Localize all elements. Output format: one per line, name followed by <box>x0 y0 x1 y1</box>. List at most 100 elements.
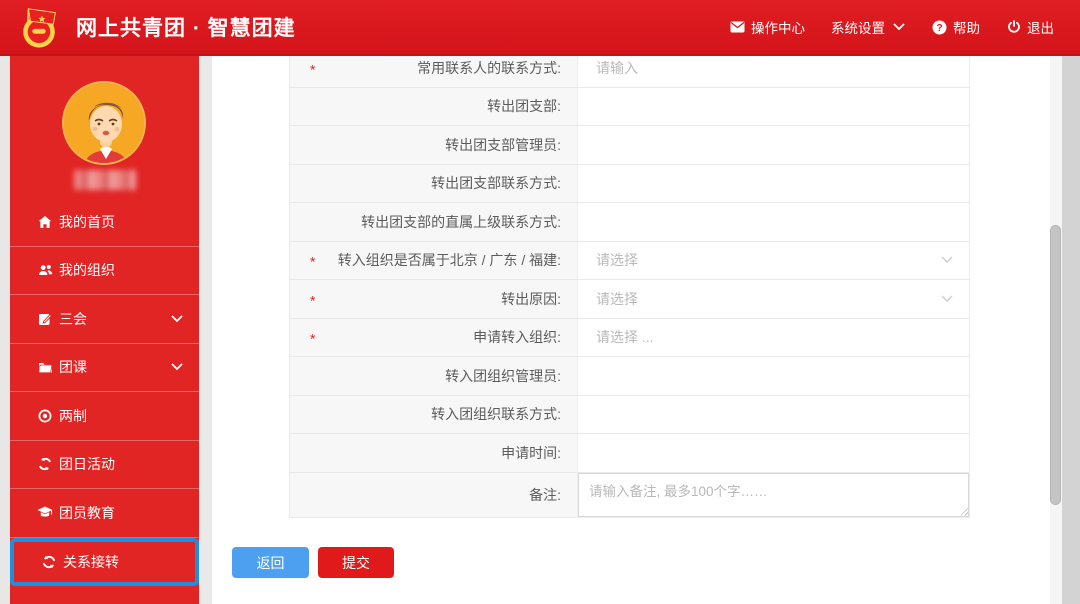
left-gutter <box>0 56 10 604</box>
region-select[interactable]: 请选择 <box>578 242 969 280</box>
sidebar-item-activities[interactable]: 团日活动 <box>10 441 199 489</box>
question-circle-icon: ? <box>932 20 947 35</box>
sidebar-item-label: 团员教育 <box>59 504 115 521</box>
required-marker: * <box>310 61 316 78</box>
sidebar-item-organization[interactable]: 我的组织 <box>10 247 199 295</box>
app-window: 网上共青团 · 智慧团建 操作中心 系统设置 ? 帮助 退出 我的首页 我的组织… <box>0 0 1080 604</box>
sidebar-item-sanhui[interactable]: 三会 <box>10 295 199 344</box>
sidebar-item-label: 三会 <box>59 310 87 327</box>
chevron-down-icon <box>941 256 953 264</box>
required-marker: * <box>310 330 316 347</box>
out-branch-admin-value <box>578 126 969 164</box>
field-value-cell <box>578 56 969 87</box>
picker-placeholder: 请选择 ... <box>596 329 654 346</box>
field-label-cell: * 常用联系人的联系方式: <box>290 56 578 87</box>
sidebar-item-label: 两制 <box>59 407 87 424</box>
form-row: 转出团支部管理员: <box>290 126 969 165</box>
recycle-icon <box>37 456 53 472</box>
form-row: 转出团支部联系方式: <box>290 164 969 203</box>
sidebar-item-liangzhi[interactable]: 两制 <box>10 392 199 441</box>
home-icon <box>37 214 53 230</box>
field-label: 转出原因: <box>501 290 561 307</box>
out-branch-value <box>578 88 969 126</box>
avatar[interactable] <box>62 81 146 165</box>
chevron-down-icon <box>891 20 906 35</box>
field-label: 申请转入组织: <box>473 329 561 346</box>
form-row: * 常用联系人的联系方式: <box>290 56 969 88</box>
field-label: 转出团支部管理员: <box>445 136 561 153</box>
field-label: 转出团支部联系方式: <box>431 175 561 192</box>
sidebar-menu: 我的首页 我的组织 三会 团课 两制 团日活动 团员教育 关系接转 <box>10 198 199 603</box>
form-row: 备注: <box>290 472 969 517</box>
graduation-cap-icon <box>37 505 53 521</box>
right-edge-strip <box>1062 56 1080 604</box>
out-branch-contact-value <box>578 165 969 203</box>
form-row: 转出团支部: <box>290 87 969 126</box>
field-label: 备注: <box>529 486 561 503</box>
select-placeholder: 请选择 <box>596 290 638 307</box>
sidebar-item-label: 我的首页 <box>59 213 115 230</box>
out-branch-superior-contact-value <box>578 203 969 241</box>
sidebar-item-relation-transfer[interactable]: 关系接转 <box>10 537 199 586</box>
field-label: 常用联系人的联系方式: <box>417 59 561 76</box>
remark-cell <box>578 472 969 517</box>
logout-link[interactable]: 退出 <box>1006 17 1054 37</box>
form-row: 申请时间: <box>290 434 969 473</box>
sidebar-item-label: 关系接转 <box>63 553 119 570</box>
field-label: 申请时间: <box>501 444 561 461</box>
form-row: 转入团组织管理员: <box>290 357 969 396</box>
operation-center-link[interactable]: 操作中心 <box>730 17 805 37</box>
sidebar-item-partial <box>10 586 199 603</box>
required-marker: * <box>310 253 316 270</box>
edit-icon <box>37 311 53 327</box>
main-content: * 常用联系人的联系方式: 转出团支部: 转出团支部管理员: 转出团支部联系方式… <box>212 56 1050 604</box>
svg-text:?: ? <box>936 23 942 34</box>
transfer-form: * 常用联系人的联系方式: 转出团支部: 转出团支部管理员: 转出团支部联系方式… <box>289 56 970 518</box>
sidebar-item-tuanke[interactable]: 团课 <box>10 344 199 392</box>
app-header: 网上共青团 · 智慧团建 操作中心 系统设置 ? 帮助 退出 <box>0 0 1080 56</box>
field-label: 转入组织是否属于北京 / 广东 / 福建: <box>337 252 561 269</box>
scrollbar-thumb[interactable] <box>1050 225 1061 505</box>
in-org-contact-value <box>578 396 969 434</box>
sidebar-item-label: 团日活动 <box>59 456 115 473</box>
form-row: * 申请转入组织: 请选择 ... <box>290 318 969 357</box>
sync-icon <box>41 554 57 570</box>
select-placeholder: 请选择 <box>596 252 638 269</box>
transfer-reason-select[interactable]: 请选择 <box>578 280 969 318</box>
system-settings-label: 系统设置 <box>831 21 885 36</box>
folder-icon <box>37 359 53 375</box>
sidebar: 我的首页 我的组织 三会 团课 两制 团日活动 团员教育 关系接转 <box>10 56 199 604</box>
required-marker: * <box>310 292 316 309</box>
help-link[interactable]: ? 帮助 <box>932 17 980 37</box>
league-emblem-logo <box>23 8 56 48</box>
form-row: 转出团支部的直属上级联系方式: <box>290 203 969 242</box>
sidebar-item-label: 团课 <box>59 359 87 376</box>
field-label: 转出团支部: <box>487 98 561 115</box>
chevron-down-icon <box>941 295 953 303</box>
chevron-down-icon <box>171 363 183 371</box>
field-label: 转入团组织管理员: <box>445 367 561 384</box>
operation-center-label: 操作中心 <box>751 21 805 36</box>
power-icon <box>1006 20 1021 35</box>
users-icon <box>37 262 53 278</box>
target-icon <box>37 408 53 424</box>
form-row: * 转出原因: 请选择 <box>290 280 969 319</box>
sidebar-item-education[interactable]: 团员教育 <box>10 489 199 538</box>
contact-method-input[interactable] <box>596 59 940 76</box>
in-org-admin-value <box>578 357 969 395</box>
envelope-icon <box>730 20 745 35</box>
chevron-down-icon <box>171 315 183 323</box>
target-organization-picker[interactable]: 请选择 ... <box>578 319 969 357</box>
remark-textarea[interactable] <box>578 472 969 517</box>
form-row: * 转入组织是否属于北京 / 广东 / 福建: 请选择 <box>290 241 969 280</box>
sidebar-item-home[interactable]: 我的首页 <box>10 198 199 247</box>
field-label: 转入团组织联系方式: <box>431 406 561 423</box>
help-label: 帮助 <box>953 21 980 36</box>
app-title: 网上共青团 · 智慧团建 <box>76 17 296 40</box>
user-name-redacted <box>74 170 136 190</box>
submit-button[interactable]: 提交 <box>318 547 394 578</box>
apply-time-value <box>578 434 969 472</box>
sidebar-item-label: 我的组织 <box>59 262 115 279</box>
system-settings-menu[interactable]: 系统设置 <box>831 17 906 37</box>
back-button[interactable]: 返回 <box>232 547 309 578</box>
